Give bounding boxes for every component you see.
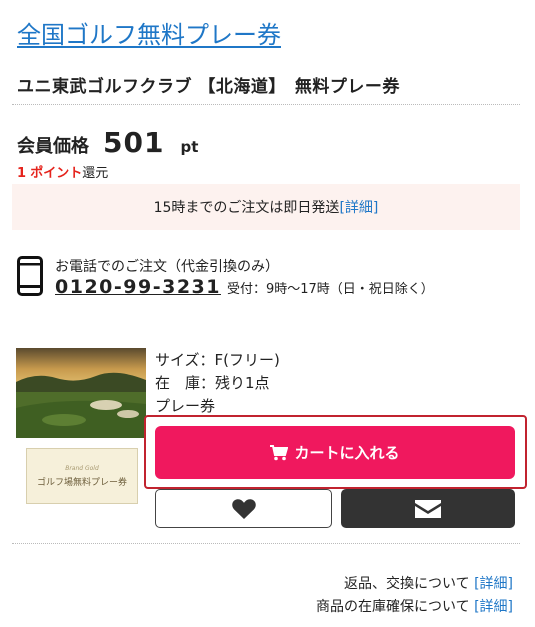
- stock-text: 商品の在庫確保について: [316, 599, 475, 615]
- divider: [12, 543, 520, 544]
- stock-detail-link[interactable]: [詳細]: [474, 599, 513, 615]
- cart-icon: [270, 444, 289, 460]
- divider: [12, 104, 520, 105]
- returns-info: 返品、交換について [詳細]: [344, 573, 513, 593]
- returns-detail-link[interactable]: [詳細]: [474, 576, 513, 592]
- spec-stock: 在 庫：残り1点: [155, 374, 270, 392]
- product-photo[interactable]: [16, 348, 146, 438]
- voucher-brand: Brand Gold: [65, 464, 99, 472]
- shipping-notice: 15時までのご注文は即日発送 [詳細]: [12, 184, 520, 230]
- phone-order-text: お電話でのご注文（代金引換のみ）: [55, 259, 279, 275]
- mail-inquiry-button[interactable]: [341, 489, 515, 528]
- price-value: 501: [103, 126, 165, 159]
- stock-info: 商品の在庫確保について [詳細]: [316, 596, 513, 616]
- add-to-cart-label: カートに入れる: [294, 444, 400, 462]
- product-title: ユニ東武ゴルフクラブ 【北海道】 無料プレー券: [17, 77, 400, 97]
- phone-number-row: 0120-99-3231 受付：9時〜17時（日・祝日除く）: [55, 276, 434, 298]
- phone-number-link[interactable]: 0120-99-3231: [55, 276, 221, 298]
- add-to-cart-button[interactable]: カートに入れる: [155, 426, 515, 479]
- spec-type: プレー券: [155, 397, 216, 415]
- voucher-title: ゴルフ場無料プレー券: [36, 477, 127, 488]
- envelope-icon: [415, 499, 441, 518]
- points-suffix: 還元: [82, 166, 109, 181]
- price-label: 会員価格: [17, 136, 89, 157]
- shipping-detail-link[interactable]: [詳細]: [339, 197, 378, 217]
- shipping-text: 15時までのご注文は即日発送: [153, 200, 340, 216]
- returns-text: 返品、交換について: [344, 576, 475, 592]
- points-amount: 1: [17, 166, 27, 181]
- points-unit: ポイント: [30, 166, 83, 181]
- heart-icon: [231, 498, 256, 519]
- favorite-button[interactable]: [155, 489, 332, 528]
- voucher-thumbnail[interactable]: Brand Gold ゴルフ場無料プレー券: [26, 448, 138, 504]
- spec-size: サイズ：F(フリー): [155, 351, 280, 369]
- smartphone-icon: [17, 256, 43, 296]
- price-unit: pt: [180, 138, 199, 156]
- category-link[interactable]: 全国ゴルフ無料プレー券: [17, 15, 281, 50]
- phone-hours: 受付：9時〜17時（日・祝日除く）: [226, 282, 434, 297]
- points-row: 1 ポイント還元: [17, 162, 108, 181]
- price-row: 会員価格 501 pt: [17, 126, 198, 159]
